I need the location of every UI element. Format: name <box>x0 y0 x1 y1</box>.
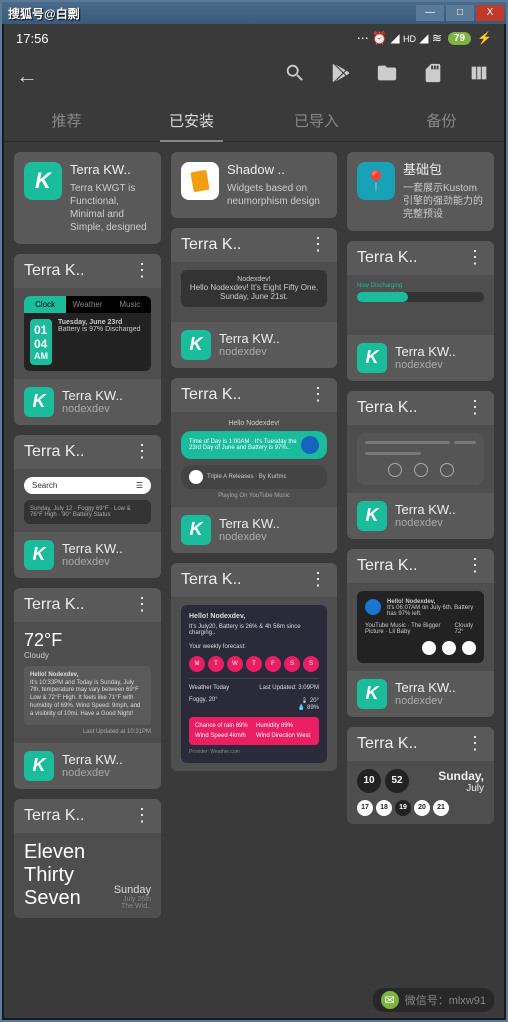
tab-bar: 推荐 已安装 已导入 备份 <box>4 100 504 142</box>
preset-card[interactable]: Terra K..⋮ Now Discharging KTerra KW..no… <box>347 241 494 381</box>
folder-icon[interactable] <box>374 62 400 90</box>
play-icon <box>414 463 428 477</box>
more-icon[interactable]: ⋮ <box>466 253 484 262</box>
pack-terra[interactable]: K Terra KW.. Terra KWGT is Functional, M… <box>14 152 161 244</box>
more-icon[interactable]: ⋮ <box>133 600 151 609</box>
play-icon <box>189 470 203 484</box>
pack-basic[interactable]: 📍 基础包 一套展示Kustom引擎的强劲能力的完整预设 <box>347 152 494 231</box>
window-close-button[interactable]: X <box>476 5 504 21</box>
preset-card[interactable]: Terra K..⋮ ElevenThirty Seven SundayJuly… <box>14 799 161 918</box>
avatar-icon <box>301 436 319 454</box>
more-icon[interactable]: ⋮ <box>309 575 327 584</box>
more-icon[interactable]: ⋮ <box>466 561 484 570</box>
tab-imported[interactable]: 已导入 <box>254 100 379 141</box>
more-icon[interactable]: ⋮ <box>133 266 151 275</box>
preset-card[interactable]: Terra K..⋮ Hello! Nodexdev, It's July20,… <box>171 563 337 771</box>
status-time: 17:56 <box>16 31 49 46</box>
pack-desc: Terra KWGT is Functional, Minimal and Si… <box>70 182 151 234</box>
basic-pack-icon: 📍 <box>357 162 395 200</box>
tab-recommended[interactable]: 推荐 <box>4 100 129 141</box>
status-bar: 17:56 ⋯ ⏰ ◢ HD ◢ ≋ 79 ⚡ <box>4 24 504 52</box>
prev-icon <box>422 641 436 655</box>
window-titlebar: 搜狐号@白剽 — □ X <box>2 2 506 24</box>
preset-card[interactable]: Terra K..⋮ Search☰ Sunday, July 12 · Fog… <box>14 435 161 578</box>
watermark: ✉ 微信号：mlxw91 <box>373 988 494 1012</box>
play-icon <box>442 641 456 655</box>
kustom-icon: K <box>24 162 62 200</box>
preset-title: Terra K.. <box>24 262 133 280</box>
preset-card[interactable]: Terra K..⋮ 1052 Sunday,July 17 18 19 <box>347 727 494 824</box>
status-icons: ⋯ ⏰ ◢ HD ◢ ≋ <box>357 31 442 45</box>
battery-indicator: 79 <box>448 32 471 45</box>
toolbar: ← <box>4 52 504 100</box>
window-title: 搜狐号@白剽 <box>4 5 80 22</box>
back-button[interactable]: ← <box>16 63 38 89</box>
pack-title: Terra KW.. <box>70 162 151 179</box>
prev-icon <box>388 463 402 477</box>
preset-card[interactable]: Terra K..⋮ KTerra KW..nodexdev <box>347 391 494 539</box>
more-icon[interactable]: ⋮ <box>466 739 484 748</box>
next-icon <box>440 463 454 477</box>
preset-card[interactable]: Terra K..⋮ Nodexdev!Hello Nodexdev! It's… <box>171 228 337 368</box>
grid-view-icon[interactable] <box>466 62 492 90</box>
tab-installed[interactable]: 已安装 <box>129 100 254 141</box>
preset-grid: K Terra KW.. Terra KWGT is Functional, M… <box>4 142 504 1018</box>
charging-icon: ⚡ <box>477 31 492 45</box>
next-icon <box>462 641 476 655</box>
more-icon[interactable]: ⋮ <box>133 447 151 456</box>
tab-backup[interactable]: 备份 <box>379 100 504 141</box>
preset-card[interactable]: Terra K..⋮ ClockWeatherMusic 0104AM Tues… <box>14 254 161 425</box>
kustom-icon: K <box>24 387 54 417</box>
search-icon[interactable] <box>282 62 308 90</box>
window-minimize-button[interactable]: — <box>416 5 444 21</box>
preset-card[interactable]: Terra K..⋮ 72°F Cloudy Hello! Nodexdev,I… <box>14 588 161 789</box>
more-icon[interactable]: ⋮ <box>309 390 327 399</box>
sd-card-icon[interactable] <box>420 62 446 90</box>
pack-shadow[interactable]: Shadow .. Widgets based on neumorphism d… <box>171 152 337 218</box>
avatar-icon <box>365 599 381 615</box>
shadow-pack-icon <box>181 162 219 200</box>
play-store-icon[interactable] <box>328 62 354 90</box>
window-maximize-button[interactable]: □ <box>446 5 474 21</box>
preset-card[interactable]: Terra K..⋮ Hello! Nodexdev,It's 06:07AM … <box>347 549 494 717</box>
preset-card[interactable]: Terra K..⋮ Hello Nodexdev! Time of Day i… <box>171 378 337 553</box>
more-icon[interactable]: ⋮ <box>466 403 484 412</box>
more-icon[interactable]: ⋮ <box>133 811 151 820</box>
wechat-icon: ✉ <box>381 991 399 1009</box>
more-icon[interactable]: ⋮ <box>309 240 327 249</box>
